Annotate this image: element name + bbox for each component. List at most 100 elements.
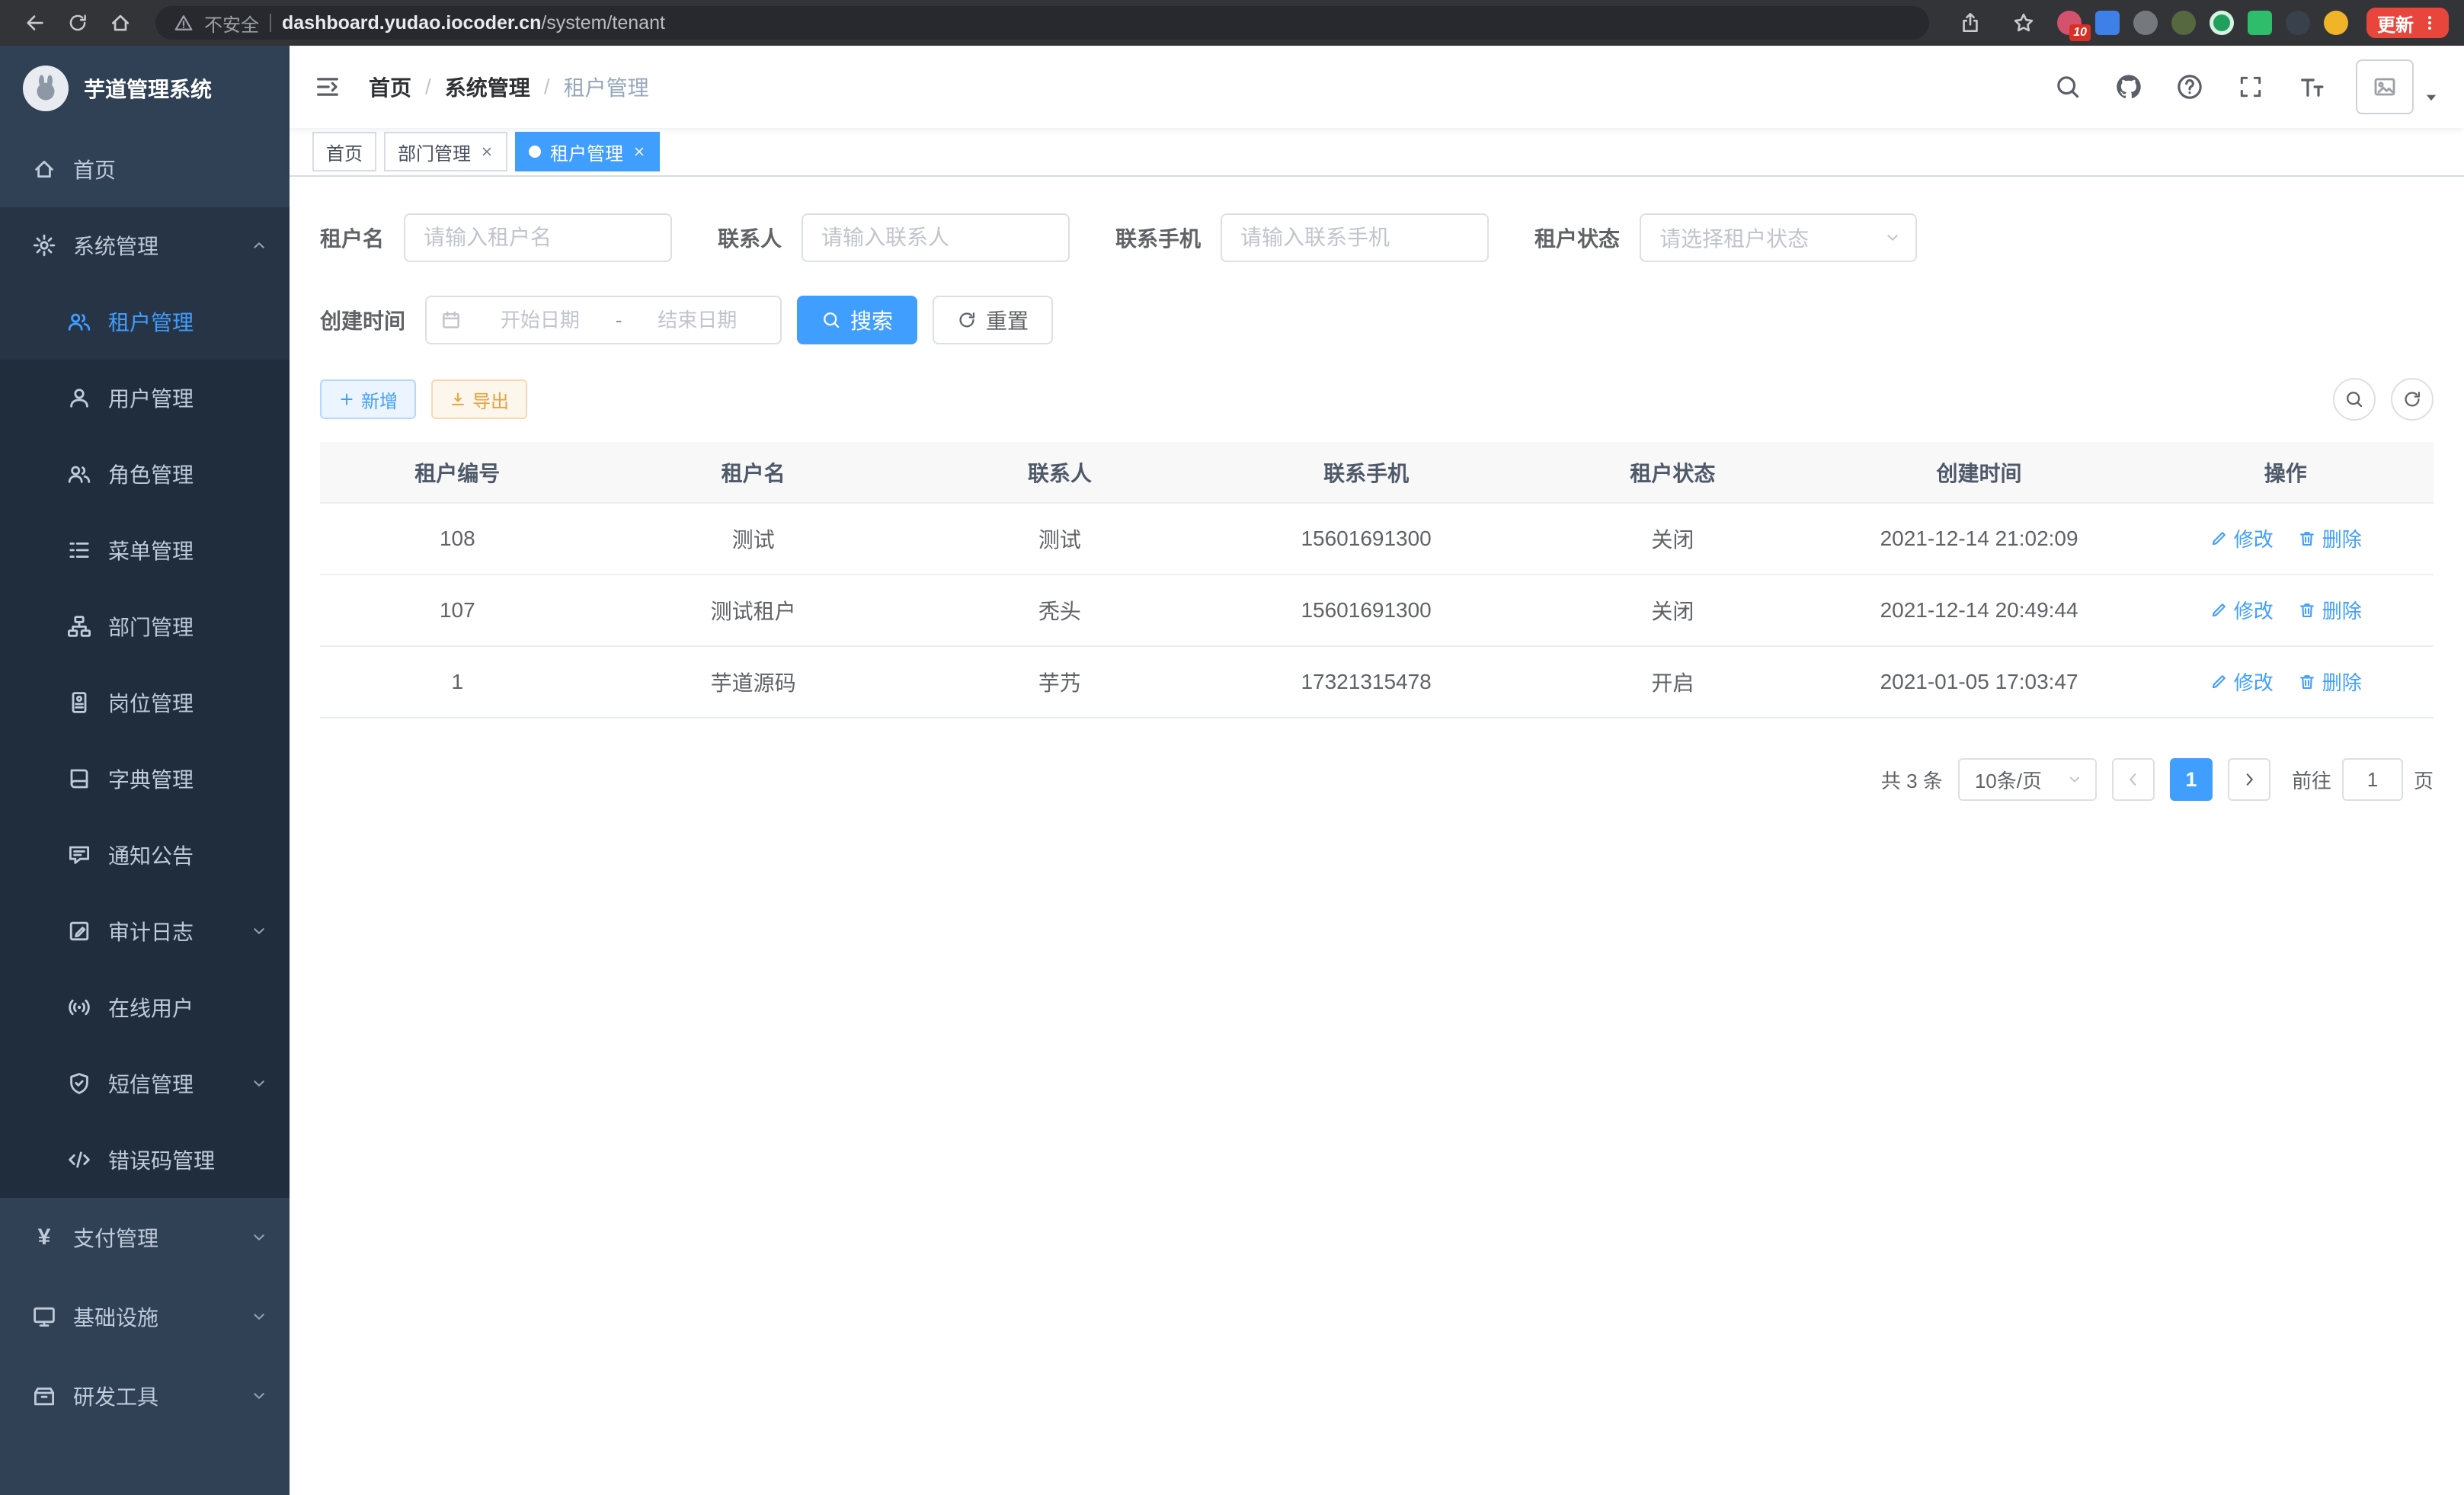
mobile-input[interactable]: [1221, 213, 1489, 262]
refresh-table-button[interactable]: [2391, 378, 2434, 421]
edit-link[interactable]: 修改: [2210, 596, 2274, 624]
sidebar-item-dict[interactable]: 字典管理: [0, 741, 290, 817]
sidebar-item-home[interactable]: 首页: [0, 131, 290, 207]
contact-input[interactable]: [802, 213, 1070, 262]
sidebar-item-label: 在线用户: [108, 992, 194, 1023]
prev-page-button[interactable]: [2112, 758, 2155, 801]
breadcrumb: 首页 / 系统管理 / 租户管理: [369, 72, 649, 102]
extension-icon-3[interactable]: [2133, 11, 2158, 35]
help-button[interactable]: [2164, 61, 2216, 113]
extension-icon-5[interactable]: [2210, 11, 2234, 35]
fullscreen-button[interactable]: [2225, 61, 2277, 113]
filter-label: 租户状态: [1534, 222, 1620, 253]
tag-close-icon[interactable]: [480, 145, 494, 158]
tag-tenant[interactable]: 租户管理: [515, 132, 660, 171]
reset-button[interactable]: 重置: [933, 296, 1053, 344]
chevron-down-icon: [250, 1308, 268, 1326]
caret-down-icon: [2423, 89, 2440, 106]
breadcrumb-item-system[interactable]: 系统管理: [445, 72, 530, 102]
share-icon: [1959, 11, 1982, 34]
sidebar-item-error-code[interactable]: 错误码管理: [0, 1122, 290, 1198]
chevron-down-icon: [250, 1387, 268, 1405]
extension-icon-2[interactable]: [2095, 11, 2120, 35]
share-button[interactable]: [1950, 5, 1990, 41]
sidebar-item-dept[interactable]: 部门管理: [0, 588, 290, 664]
sidebar: 芋道管理系统 首页 系统管理 租户管理 用户管理: [0, 46, 290, 1495]
header-search-button[interactable]: [2042, 61, 2094, 113]
sidebar-item-online-user[interactable]: 在线用户: [0, 969, 290, 1045]
end-date-input[interactable]: [628, 309, 766, 332]
export-button[interactable]: 导出: [431, 379, 527, 419]
table-toolbar: 新增 导出: [320, 378, 2434, 421]
user-avatar[interactable]: [2356, 59, 2414, 114]
navbar-actions: [2042, 59, 2440, 114]
browser-actions: 10 更新: [1944, 5, 2449, 41]
browser-update-button[interactable]: 更新: [2366, 8, 2449, 38]
delete-link[interactable]: 删除: [2298, 596, 2362, 624]
tenant-name-cell: 测试: [595, 503, 912, 575]
sidebar-item-audit-log[interactable]: 审计日志: [0, 893, 290, 969]
browser-reload-button[interactable]: [58, 5, 98, 41]
delete-link[interactable]: 删除: [2298, 667, 2362, 696]
breadcrumb-item-home[interactable]: 首页: [369, 72, 411, 102]
start-date-input[interactable]: [471, 309, 610, 332]
sidebar-toggle-button[interactable]: [314, 73, 341, 101]
chevron-down-icon: [250, 922, 268, 940]
tags-view: 首页 部门管理 租户管理: [290, 128, 2464, 177]
sidebar-item-devtools[interactable]: 研发工具: [0, 1356, 290, 1436]
extension-icon-1[interactable]: 10: [2057, 11, 2082, 35]
column-header: 租户编号: [320, 442, 595, 503]
avatar-menu-button[interactable]: [2423, 68, 2440, 106]
next-page-button[interactable]: [2228, 758, 2270, 801]
shield-icon: [67, 1071, 91, 1096]
extension-icon-7[interactable]: [2286, 11, 2310, 35]
github-button[interactable]: [2103, 61, 2155, 113]
sidebar-item-tenant[interactable]: 租户管理: [0, 283, 290, 360]
tenant-name-input[interactable]: [404, 213, 672, 262]
address-bar[interactable]: 不安全 dashboard.yudao.iocoder.cn/system/te…: [155, 6, 1929, 40]
goto-page-input[interactable]: [2342, 758, 2403, 801]
github-icon: [2114, 72, 2143, 101]
sidebar-item-payment[interactable]: ¥ 支付管理: [0, 1198, 290, 1277]
page-size-select[interactable]: 10条/页: [1958, 758, 2097, 801]
sidebar-item-menu[interactable]: 菜单管理: [0, 512, 290, 588]
sidebar-item-notice[interactable]: 通知公告: [0, 817, 290, 893]
url-domain: dashboard.yudao.iocoder.cn: [282, 12, 541, 34]
update-label: 更新: [2377, 10, 2414, 37]
tag-dept[interactable]: 部门管理: [384, 132, 507, 171]
sidebar-item-system[interactable]: 系统管理: [0, 207, 290, 283]
add-button[interactable]: 新增: [320, 379, 416, 419]
extension-icon-8[interactable]: [2324, 11, 2348, 35]
page-number-button[interactable]: 1: [2170, 758, 2213, 801]
date-range-picker[interactable]: -: [425, 296, 782, 344]
omnibox-divider: [270, 14, 271, 32]
browser-home-button[interactable]: [101, 5, 140, 41]
bookmark-button[interactable]: [2004, 5, 2043, 41]
created-cell: 2021-12-14 21:02:09: [1821, 503, 2138, 575]
extension-icon-6[interactable]: [2248, 11, 2272, 35]
delete-link[interactable]: 删除: [2298, 524, 2362, 552]
font-size-button[interactable]: [2286, 61, 2338, 113]
browser-back-button[interactable]: [15, 5, 55, 41]
extension-icon-4[interactable]: [2171, 11, 2196, 35]
tag-close-icon[interactable]: [632, 145, 646, 158]
chevron-down-icon: [250, 1228, 268, 1247]
search-button[interactable]: 搜索: [797, 296, 917, 344]
status-select[interactable]: 请选择租户状态: [1640, 213, 1917, 262]
sidebar-item-role[interactable]: 角色管理: [0, 436, 290, 512]
edit-link[interactable]: 修改: [2210, 524, 2274, 552]
sidebar-item-infra[interactable]: 基础设施: [0, 1277, 290, 1356]
sidebar-item-sms[interactable]: 短信管理: [0, 1045, 290, 1122]
column-header: 操作: [2138, 442, 2434, 503]
tenant-id-cell: 1: [320, 646, 595, 718]
tag-home[interactable]: 首页: [312, 132, 376, 171]
edit-square-icon: [67, 919, 91, 943]
sidebar-item-user[interactable]: 用户管理: [0, 360, 290, 436]
edit-link[interactable]: 修改: [2210, 667, 2274, 696]
range-separator: -: [613, 309, 626, 332]
plus-icon: [338, 391, 355, 408]
toggle-search-button[interactable]: [2333, 378, 2376, 421]
app-logo[interactable]: 芋道管理系统: [0, 46, 290, 131]
app-title: 芋道管理系统: [84, 73, 212, 104]
sidebar-item-post[interactable]: 岗位管理: [0, 664, 290, 741]
